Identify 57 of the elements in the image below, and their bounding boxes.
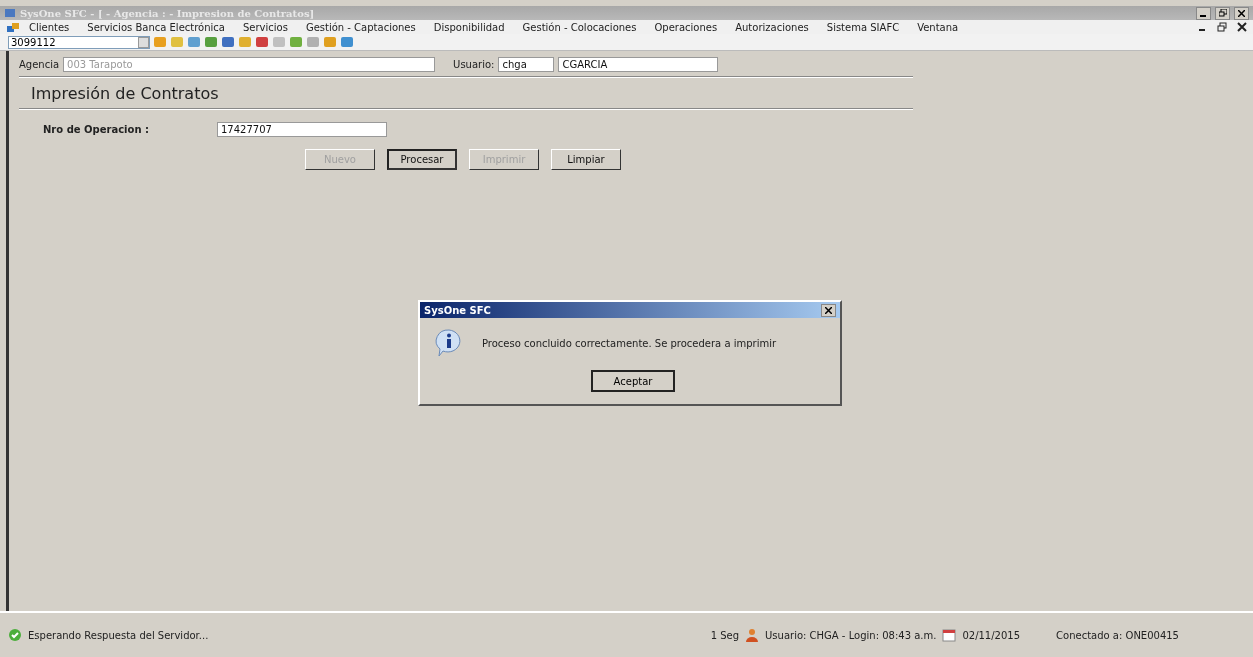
close-icon[interactable]: [1237, 22, 1247, 32]
user-icon: [745, 628, 760, 642]
window-icon: [6, 21, 20, 33]
tile-icon[interactable]: [340, 36, 354, 48]
menu-item[interactable]: Autorizaciones: [726, 21, 818, 33]
info-icon: [434, 328, 464, 358]
close-icon: [1238, 9, 1245, 17]
status-message: Esperando Respuesta del Servidor...: [28, 629, 209, 641]
operacion-field[interactable]: 17427707: [217, 122, 387, 137]
close-button[interactable]: [1234, 6, 1249, 20]
window-title: SysOne SFC - [ - Agencia : - Impresion de Contratos]: [20, 7, 315, 19]
accept-button[interactable]: Aceptar: [591, 370, 675, 392]
close-icon: [825, 306, 832, 314]
app-icon: [4, 8, 16, 18]
tile-icon[interactable]: [153, 36, 167, 48]
dialog-title: SysOne SFC: [424, 304, 491, 316]
menu-item[interactable]: Operaciones: [645, 21, 727, 33]
menu-item[interactable]: Servicios Banca Electrónica: [78, 21, 234, 33]
dialog-close-button[interactable]: [821, 303, 836, 317]
usuario-label: Usuario:: [453, 59, 495, 70]
tile-icon[interactable]: [221, 36, 235, 48]
calendar-icon: [942, 628, 957, 642]
operacion-label: Nro de Operacion :: [43, 124, 151, 135]
form-title: Impresión de Contratos: [30, 83, 220, 105]
tile-icon[interactable]: [255, 36, 269, 48]
usuario-name-field[interactable]: CGARCIA: [558, 57, 719, 72]
tile-icon[interactable]: [272, 36, 286, 48]
form-button[interactable]: Procesar: [387, 149, 457, 170]
restore-icon: [1218, 9, 1227, 17]
minimize-button[interactable]: [1196, 6, 1211, 20]
connection-info: Conectado a: ONE00415: [1056, 629, 1179, 641]
login-info: Usuario: CHGA - Login: 08:43 a.m.: [765, 629, 937, 641]
combo-box[interactable]: 3099112: [8, 35, 150, 49]
menu-item[interactable]: Clientes: [20, 21, 79, 33]
tile-icon[interactable]: [323, 36, 337, 48]
menu-item[interactable]: Servicios: [233, 21, 297, 33]
tile-icon[interactable]: [187, 36, 201, 48]
menu-item[interactable]: Disponibilidad: [424, 21, 514, 33]
tile-icon[interactable]: [289, 36, 303, 48]
menu-item[interactable]: Sistema SIAFC: [817, 21, 909, 33]
dropdown-button[interactable]: [138, 36, 149, 48]
status-date: 02/11/2015: [962, 629, 1021, 641]
dialog-message: Proceso concluido correctamente. Se procedera a imprimir: [482, 337, 777, 349]
restore-icon[interactable]: [1217, 22, 1227, 32]
tile-icon[interactable]: [170, 36, 184, 48]
agencia-label: Agencia: [19, 59, 60, 70]
tile-icon[interactable]: [306, 36, 320, 48]
tile-icon[interactable]: [204, 36, 218, 48]
menu-item[interactable]: Gestión - Captaciones: [296, 21, 425, 33]
tile-icon[interactable]: [238, 36, 252, 48]
menu-item[interactable]: Gestión - Colocaciones: [513, 21, 646, 33]
elapsed-time: 1 Seg: [710, 629, 740, 641]
menu-item[interactable]: Ventana: [908, 21, 968, 33]
usuario-code-field[interactable]: chga: [498, 57, 555, 72]
form-button[interactable]: Limpiar: [551, 149, 621, 170]
check-icon: [8, 628, 22, 642]
restore-button[interactable]: [1215, 6, 1230, 20]
